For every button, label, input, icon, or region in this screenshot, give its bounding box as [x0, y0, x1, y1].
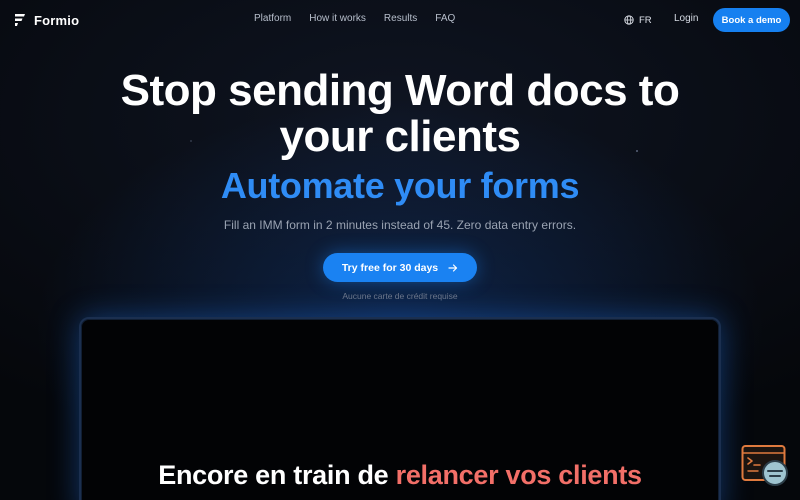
video-caption: Encore en train de relancer vos clients — [0, 460, 800, 491]
nav-link-faq[interactable]: FAQ — [435, 13, 455, 27]
formio-logo-icon — [15, 14, 25, 26]
hero-title-line-2: your clients — [279, 112, 521, 161]
try-free-button[interactable]: Try free for 30 days — [323, 253, 477, 282]
top-navigation: Formio Platform How it works Results FAQ… — [0, 0, 800, 40]
language-label: FR — [639, 14, 652, 26]
language-switcher[interactable]: FR — [624, 13, 652, 27]
nav-link-results[interactable]: Results — [384, 13, 417, 27]
hero-title: Stop sending Word docs to your clients — [0, 68, 800, 160]
video-caption-text: Encore en train de — [158, 460, 396, 490]
hero-title-line-1: Stop sending Word docs to — [120, 66, 680, 115]
login-link[interactable]: Login — [674, 13, 698, 24]
video-caption-accent: relancer vos clients — [395, 460, 642, 490]
brand-name: Formio — [34, 12, 80, 28]
book-demo-button[interactable]: Book a demo — [713, 8, 790, 32]
hero-subtitle: Automate your forms — [220, 165, 580, 206]
nav-link-how-it-works[interactable]: How it works — [309, 13, 366, 27]
chat-widget-icon — [741, 445, 788, 486]
try-free-label: Try free for 30 days — [341, 261, 439, 274]
chat-widget-button[interactable] — [741, 444, 789, 488]
brand-logo[interactable]: Formio — [14, 11, 79, 29]
nav-link-platform[interactable]: Platform — [254, 13, 291, 27]
landing-page: Formio Platform How it works Results FAQ… — [0, 0, 800, 500]
no-credit-card-note: Aucune carte de crédit requise — [342, 291, 458, 301]
arrow-right-icon — [448, 263, 458, 272]
nav-links: Platform How it works Results FAQ — [254, 13, 455, 27]
hero-description: Fill an IMM form in 2 minutes instead of… — [223, 218, 577, 232]
globe-icon — [624, 15, 634, 25]
